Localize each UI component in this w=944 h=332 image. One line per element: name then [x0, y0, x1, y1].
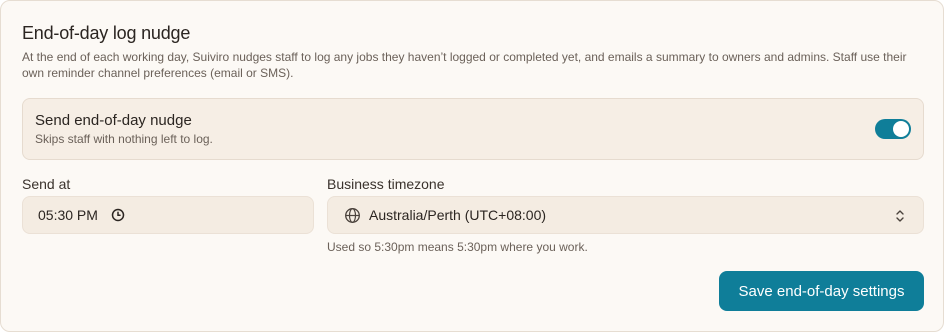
nudge-toggle-sublabel: Skips staff with nothing left to log.	[35, 132, 213, 146]
chevron-up-down-icon	[893, 208, 907, 224]
toggle-knob	[893, 121, 909, 137]
send-at-time-input[interactable]: 05:30 PM	[22, 196, 314, 234]
timezone-value: Australia/Perth (UTC+08:00)	[369, 207, 547, 223]
globe-icon	[344, 207, 361, 224]
section-description: At the end of each working day, Suiviro …	[22, 50, 907, 80]
save-end-of-day-settings-button[interactable]: Save end-of-day settings	[719, 271, 924, 311]
clock-icon[interactable]	[111, 208, 125, 222]
send-at-value: 05:30 PM	[38, 207, 98, 223]
timezone-hint: Used so 5:30pm means 5:30pm where you wo…	[327, 240, 588, 254]
section-title: End-of-day log nudge	[22, 23, 191, 43]
timezone-select[interactable]: Australia/Perth (UTC+08:00)	[327, 196, 924, 234]
nudge-toggle-switch[interactable]	[875, 119, 911, 139]
nudge-toggle-label: Send end-of-day nudge	[35, 112, 192, 129]
end-of-day-settings-card: End-of-day log nudge At the end of each …	[0, 0, 944, 332]
send-at-label: Send at	[22, 176, 71, 192]
timezone-label: Business timezone	[327, 176, 445, 192]
nudge-toggle-row: Send end-of-day nudge Skips staff with n…	[22, 98, 924, 160]
